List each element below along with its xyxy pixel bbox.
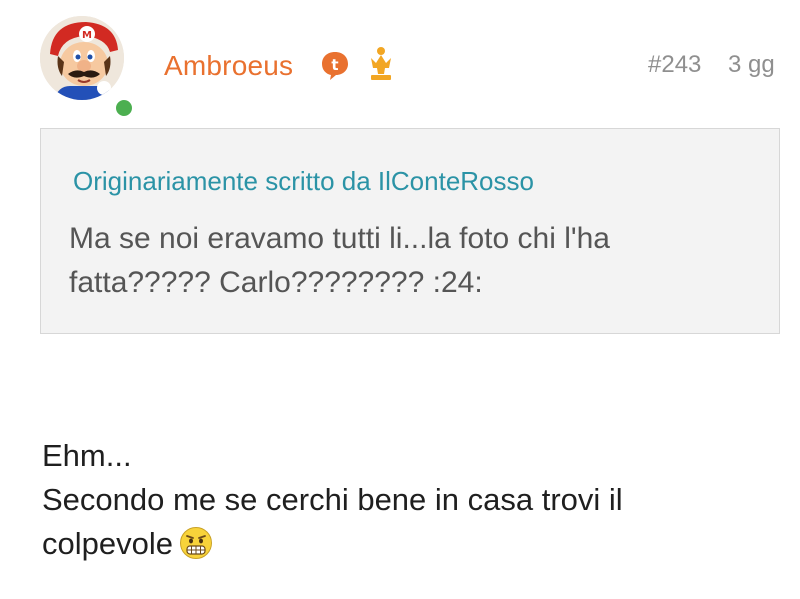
avatar[interactable]: M <box>40 16 124 100</box>
message-line: Ehm... <box>42 438 132 473</box>
message-line: colpevole <box>42 526 173 561</box>
post-message: Ehm... Secondo me se cerchi bene in casa… <box>42 434 782 566</box>
crown-icon <box>371 47 391 80</box>
post-number[interactable]: #243 <box>648 48 701 82</box>
grimacing-face-icon <box>179 527 212 559</box>
quote-block: Originariamente scritto da IlConteRosso … <box>40 128 780 334</box>
svg-text:M: M <box>82 30 92 41</box>
quote-author[interactable]: Originariamente scritto da IlConteRosso <box>73 163 534 199</box>
forum-post: M Ambroeus t #243 3 gg Originariamente s… <box>0 0 800 599</box>
avatar-container[interactable]: M <box>40 16 134 118</box>
author-username[interactable]: Ambroeus <box>164 46 293 86</box>
quote-text: Ma se noi eravamo tutti li...la foto chi… <box>69 222 610 299</box>
message-line: Secondo me se cerchi bene in casa trovi … <box>42 482 623 517</box>
post-age: 3 gg <box>728 51 775 78</box>
mario-avatar-icon: M <box>40 16 124 100</box>
message-line-with-emoji: colpevole <box>42 522 782 566</box>
t-badge-icon: t <box>322 52 348 80</box>
online-status-indicator <box>114 98 134 118</box>
svg-text:t: t <box>331 56 338 74</box>
